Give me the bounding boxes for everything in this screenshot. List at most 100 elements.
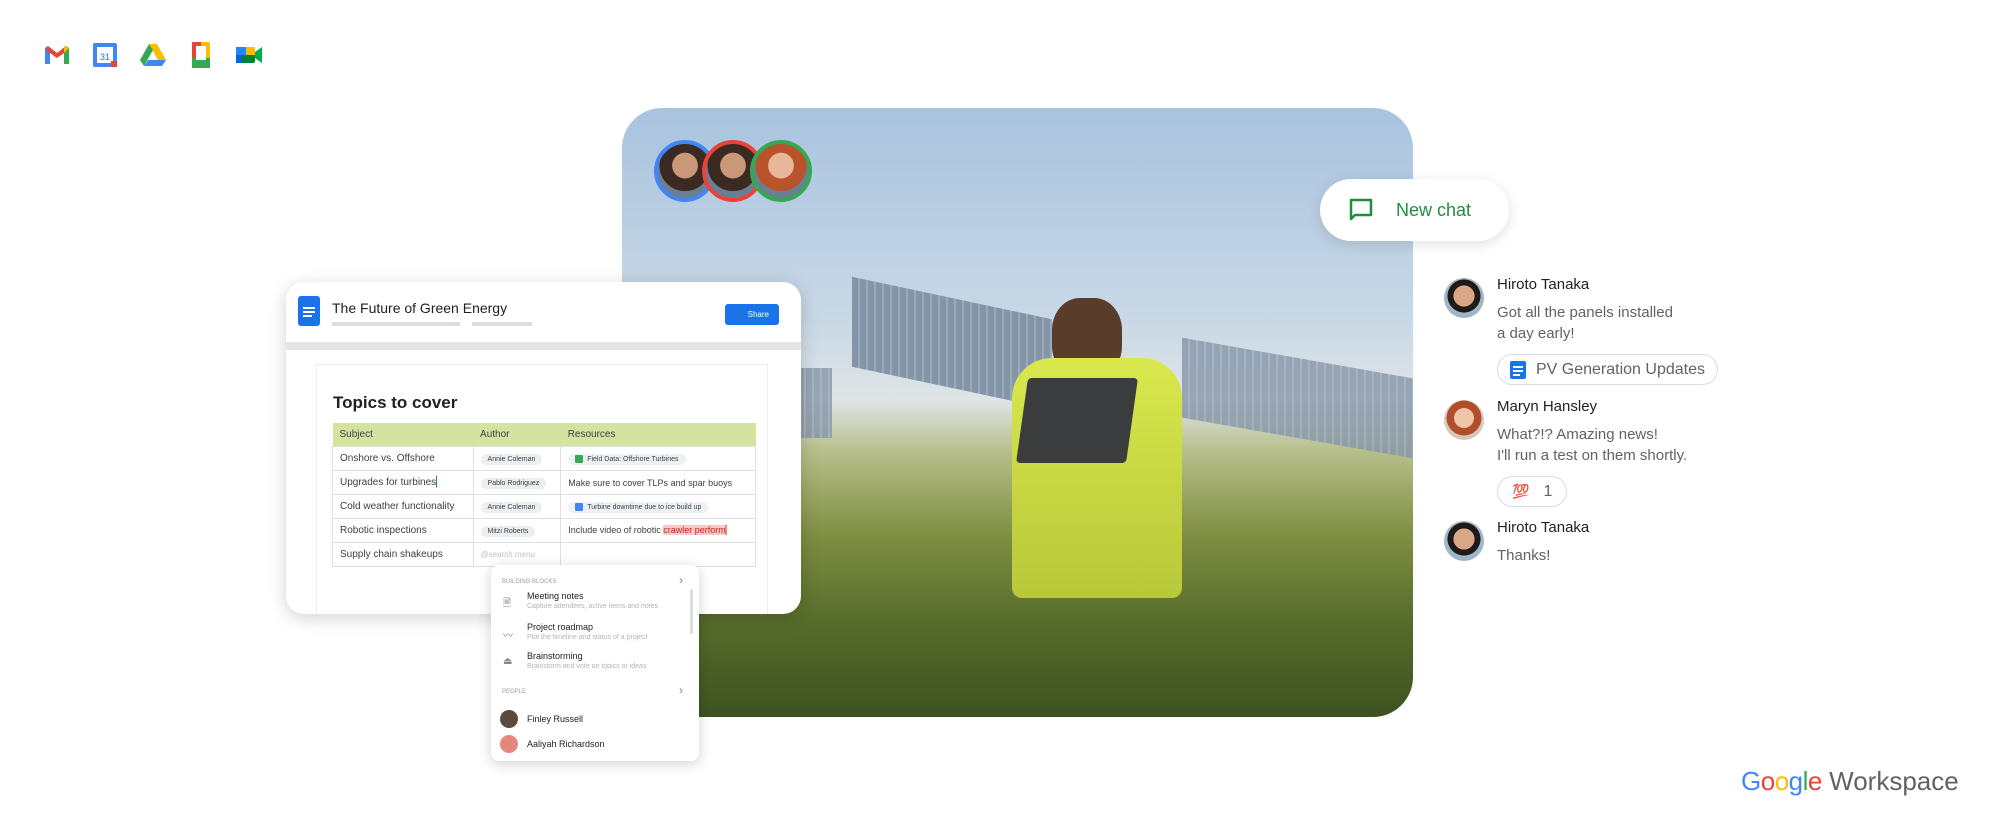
docs-icon xyxy=(575,503,584,512)
doc-title: The Future of Green Energy xyxy=(332,300,508,316)
file-chip[interactable]: Turbine downtime due to ice build up xyxy=(568,502,709,513)
sender-name: Hiroto Tanaka xyxy=(1497,519,1590,536)
person-chip[interactable]: Mitzi Roberts xyxy=(480,526,536,537)
drive-icon[interactable] xyxy=(138,40,168,70)
menu-person[interactable]: Aaliyah Richardson xyxy=(527,739,605,749)
cursor-icon: ▏ xyxy=(436,477,444,488)
message-text: What?!? Amazing news! I'll run a test on … xyxy=(1497,424,1687,466)
reaction-chip[interactable]: 💯 1 xyxy=(1497,476,1568,507)
chip-label: Field Data: Offshore Turbines xyxy=(587,456,679,463)
person-icon: 👤 xyxy=(735,310,746,319)
gmail-icon[interactable] xyxy=(42,40,72,70)
item-title: Meeting notes xyxy=(527,591,584,601)
cell-author[interactable]: Mitzi Roberts xyxy=(472,518,562,543)
menu-bar-placeholder xyxy=(332,322,460,326)
person-chip[interactable]: Annie Coleman xyxy=(480,502,543,513)
cell-resource[interactable]: Field Data: Offshore Turbines xyxy=(560,446,756,471)
cell-resource[interactable] xyxy=(560,542,756,567)
avatar[interactable] xyxy=(1444,278,1484,318)
sheets-icon xyxy=(575,455,584,464)
highlighted-text: crawler perform xyxy=(663,525,726,535)
person-chip[interactable]: Annie Coleman xyxy=(480,454,543,465)
cell-subject[interactable]: Cold weather functionality xyxy=(332,494,474,519)
docs-icon[interactable] xyxy=(186,40,216,70)
share-label: Share xyxy=(747,310,769,319)
item-desc: Plot the timeline and status of a projec… xyxy=(527,634,648,641)
message-line: I'll run a test on them shortly. xyxy=(1497,447,1688,464)
new-chat-label: New chat xyxy=(1396,199,1472,220)
avatar xyxy=(500,710,518,728)
solar-panel xyxy=(1182,337,1413,459)
item-title: Brainstorming xyxy=(527,651,583,661)
cell-subject[interactable]: Robotic inspections xyxy=(332,518,474,543)
cell-text: Include video of robotic xyxy=(568,525,664,535)
menu-item-meeting-notes[interactable]: Meeting notes Capture attendees, active i… xyxy=(527,591,658,610)
column-header: Resources xyxy=(560,423,756,447)
avatar xyxy=(500,735,518,753)
cell-subject[interactable]: Upgrades for turbines▏ xyxy=(332,470,474,495)
google-wordmark: Google xyxy=(1741,766,1822,796)
avatar[interactable] xyxy=(1444,400,1484,440)
cell-resource[interactable]: Make sure to cover TLPs and spar buoys xyxy=(560,470,756,495)
cell-author[interactable]: Annie Coleman xyxy=(472,446,562,471)
topics-table: Subject Author Resources Onshore vs. Offsh… xyxy=(332,423,756,567)
cell-subject[interactable]: Supply chain shakeups xyxy=(332,542,474,567)
column-header: Subject xyxy=(332,423,474,447)
table-row: Cold weather functionality Annie Coleman T… xyxy=(332,494,756,519)
item-title: Project roadmap xyxy=(527,622,594,632)
smart-chips-menu: BUILDING BLOCKS › 🗎 Meeting notes Capture… xyxy=(491,565,699,761)
file-chip[interactable]: Field Data: Offshore Turbines xyxy=(568,454,686,465)
message-line: a day early! xyxy=(1497,325,1575,342)
sender-name: Maryn Hansley xyxy=(1497,398,1598,415)
table-row: Supply chain shakeups @search menu xyxy=(332,542,756,567)
avatar[interactable] xyxy=(1444,521,1484,561)
meet-icon[interactable] xyxy=(234,40,264,70)
chevron-right-icon[interactable]: › xyxy=(679,573,683,587)
reaction-count: 1 xyxy=(1543,482,1553,500)
table-row: Upgrades for turbines▏ Pablo Rodriguez Mak… xyxy=(332,470,756,495)
item-desc: Capture attendees, active items and note… xyxy=(527,603,659,610)
column-header: Author xyxy=(473,423,561,447)
item-desc: Brainstorm and vote on topics or ideas xyxy=(527,663,647,670)
attachment-chip[interactable]: PV Generation Updates xyxy=(1497,354,1718,385)
ruler[interactable] xyxy=(286,342,801,350)
menu-bar-placeholder xyxy=(472,322,532,326)
table-row: Robotic inspections Mitzi Roberts Include … xyxy=(332,518,756,543)
search-menu-input[interactable]: @search menu xyxy=(472,542,562,567)
laptop xyxy=(1016,378,1138,463)
person-chip[interactable]: Pablo Rodriguez xyxy=(480,478,547,489)
google-workspace-logo: Google Workspace xyxy=(1741,766,1959,797)
menu-item-project-roadmap[interactable]: Project roadmap Plot the timeline and sta… xyxy=(527,622,648,641)
hundred-emoji-icon: 💯 xyxy=(1512,483,1530,499)
share-button[interactable]: 👤 Share xyxy=(725,304,779,325)
cell-author[interactable]: Pablo Rodriguez xyxy=(472,470,562,495)
calendar-icon[interactable]: 31 xyxy=(90,40,120,70)
cell-resource[interactable]: Turbine downtime due to ice build up xyxy=(560,494,756,519)
workspace-wordmark: Workspace xyxy=(1829,766,1959,796)
chip-label: Turbine downtime due to ice build up xyxy=(587,504,702,511)
cell-text: Upgrades for turbines xyxy=(340,477,437,488)
document-icon: 🗎 xyxy=(503,598,512,609)
cell-author[interactable]: Annie Coleman xyxy=(472,494,562,519)
cell-resource[interactable]: Include video of robotic crawler perform… xyxy=(560,518,756,543)
message-line: Got all the panels installed xyxy=(1497,304,1673,321)
message-text: Got all the panels installed a day early! xyxy=(1497,302,1673,344)
message-line: Thanks! xyxy=(1497,547,1551,564)
menu-item-brainstorming[interactable]: Brainstorming Brainstorm and vote on topi… xyxy=(527,651,646,670)
cell-subject[interactable]: Onshore vs. Offshore xyxy=(332,446,474,471)
avatar[interactable] xyxy=(750,140,812,202)
new-chat-button[interactable]: New chat xyxy=(1320,179,1509,241)
docs-icon xyxy=(298,296,320,326)
chevron-right-icon[interactable]: › xyxy=(679,683,683,697)
message-text: Thanks! xyxy=(1497,545,1550,566)
app-icons: 31 xyxy=(42,40,264,70)
cursor-icon: ▏ xyxy=(725,525,733,535)
calendar-date: 31 xyxy=(100,52,110,62)
sender-name: Hiroto Tanaka xyxy=(1497,276,1590,293)
trend-icon: 〰 xyxy=(503,631,513,642)
menu-person[interactable]: Finley Russell xyxy=(527,714,583,724)
table-row: Onshore vs. Offshore Annie Coleman Field D… xyxy=(332,446,756,471)
attachment-label: PV Generation Updates xyxy=(1536,360,1705,378)
collaborator-avatars xyxy=(654,140,812,202)
scrollbar[interactable] xyxy=(690,589,693,634)
